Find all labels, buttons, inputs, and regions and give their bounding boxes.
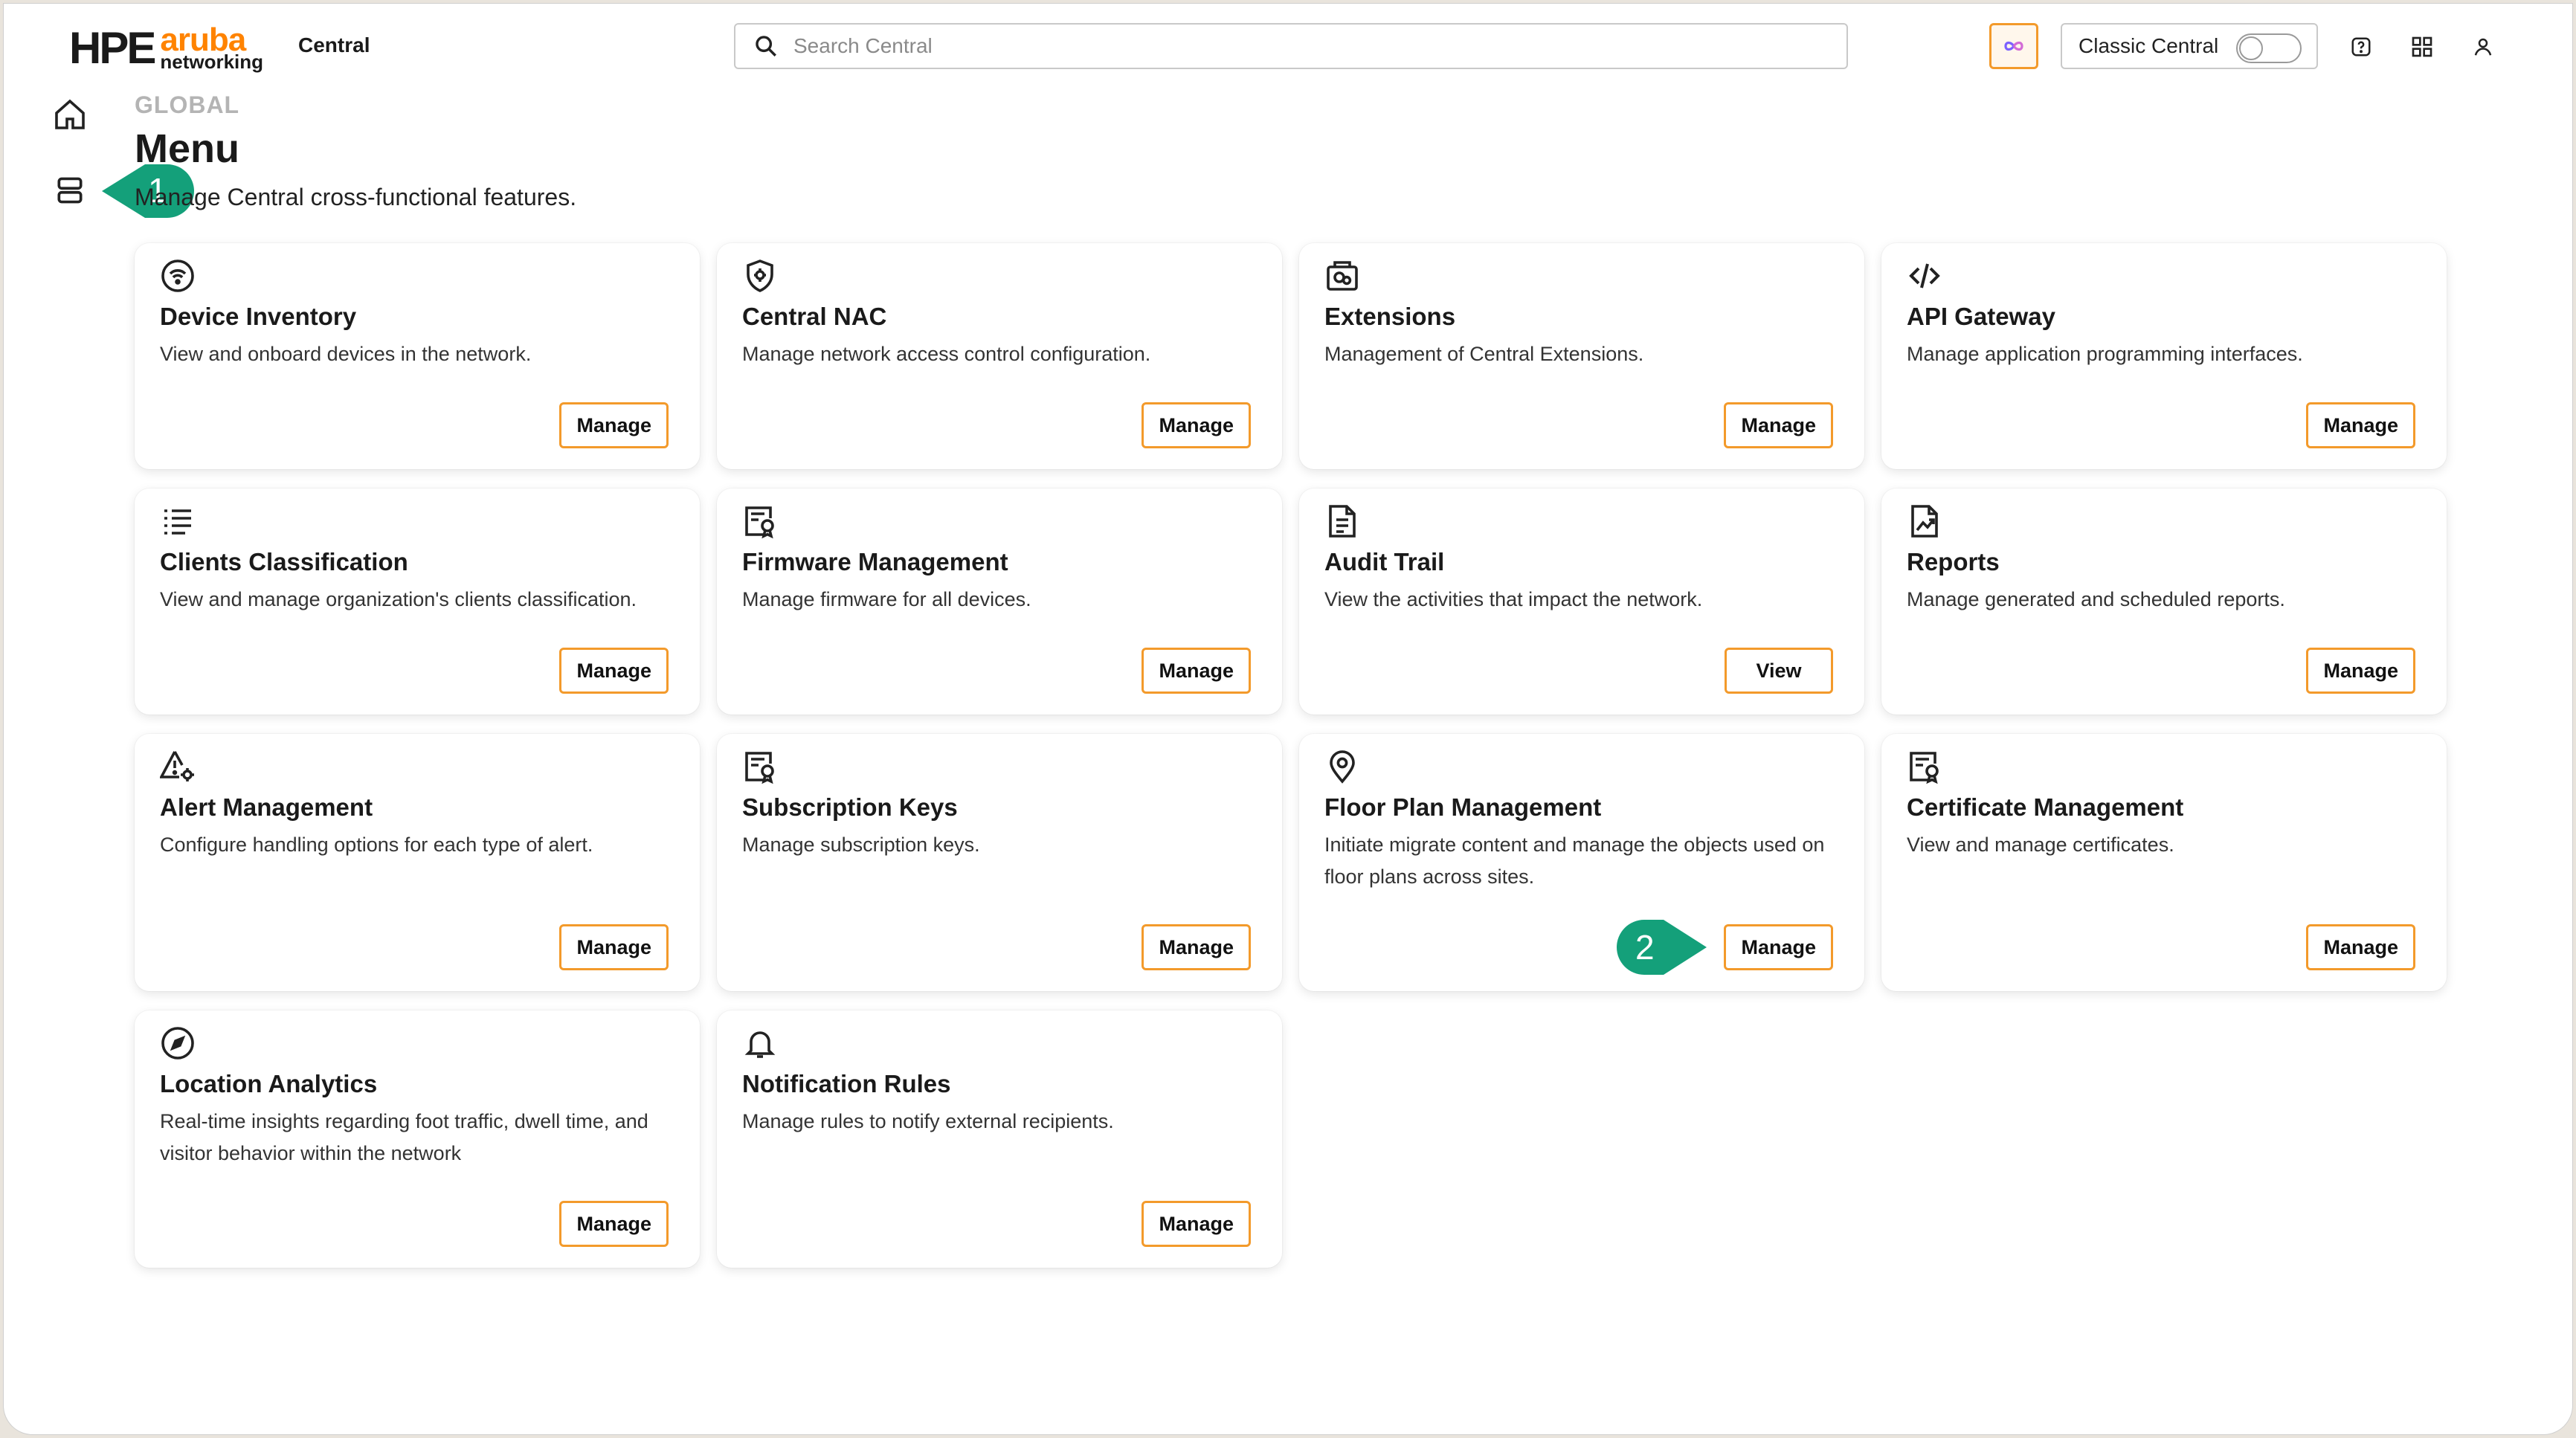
central-nac-manage-button[interactable]: Manage	[1142, 402, 1251, 448]
card-description: View and manage certificates.	[1907, 834, 2174, 856]
certificate-icon	[1910, 752, 1939, 784]
card-notification-rules: Notification Rules Manage rules to notif…	[717, 1010, 1282, 1268]
card-title: Floor Plan Management	[1324, 793, 1602, 821]
alert-management-manage-button[interactable]: Manage	[559, 924, 669, 970]
card-audit-trail: Audit Trail View the activities that imp…	[1299, 489, 1864, 715]
report-chart-icon	[1911, 505, 1938, 538]
alert-gear-icon	[160, 751, 194, 781]
card-title: Clients Classification	[160, 548, 408, 575]
card-description: Management of Central Extensions.	[1324, 343, 1644, 365]
certificate-icon	[745, 506, 774, 539]
classic-central-toggle[interactable]	[2236, 33, 2302, 63]
menu-icon[interactable]	[50, 170, 90, 210]
subscription-keys-manage-button[interactable]: Manage	[1142, 924, 1251, 970]
audit-trail-view-button[interactable]: View	[1725, 648, 1833, 694]
bell-icon	[744, 1031, 776, 1058]
card-device-inventory: Device Inventory View and onboard device…	[135, 243, 700, 469]
card-description: View and manage organization's clients c…	[160, 588, 637, 610]
card-central-nac: Central NAC Manage network access contro…	[717, 243, 1282, 469]
card-reports: Reports Manage generated and scheduled r…	[1881, 489, 2447, 715]
app-name: Central	[298, 33, 370, 57]
infinity-icon	[2004, 41, 2023, 51]
floor-plan-management-manage-button[interactable]: Manage	[1724, 924, 1833, 970]
card-firmware-management: Firmware Management Manage firmware for …	[717, 489, 1282, 715]
card-title: Device Inventory	[160, 303, 357, 330]
firmware-management-manage-button[interactable]: Manage	[1142, 648, 1251, 694]
card-description: Initiate migrate content and manage the …	[1324, 834, 1825, 888]
card-alert-management: Alert Management Configure handling opti…	[135, 734, 700, 991]
card-title: Notification Rules	[742, 1070, 951, 1097]
card-title: Extensions	[1324, 303, 1456, 330]
card-title: Subscription Keys	[742, 793, 958, 821]
certificate-management-manage-button[interactable]: Manage	[2306, 924, 2415, 970]
search-input[interactable]	[792, 33, 1762, 59]
card-title: Alert Management	[160, 793, 373, 821]
card-title: Central NAC	[742, 303, 887, 330]
card-floor-plan-management: Floor Plan Management Initiate migrate c…	[1299, 734, 1864, 991]
reports-manage-button[interactable]: Manage	[2306, 648, 2415, 694]
page-eyebrow: GLOBAL	[135, 91, 240, 118]
card-description: View the activities that impact the netw…	[1324, 588, 1703, 610]
callout-shape	[1617, 920, 1707, 975]
certificate-icon	[745, 752, 774, 784]
step-callout-2: 2	[1614, 917, 1710, 978]
card-title: API Gateway	[1907, 303, 2055, 330]
card-api-gateway: API Gateway Manage application programmi…	[1881, 243, 2447, 469]
device-inventory-manage-button[interactable]: Manage	[559, 402, 669, 448]
card-description: Manage application programming interface…	[1907, 343, 2303, 365]
search-icon	[756, 36, 776, 57]
wifi-circle-icon	[161, 259, 194, 292]
classic-central-label: Classic Central	[2078, 34, 2219, 57]
logo-aruba-wordmark: aruba networking	[160, 24, 264, 73]
card-description: Manage rules to notify external recipien…	[742, 1110, 1114, 1132]
card-subscription-keys: Subscription Keys Manage subscription ke…	[717, 734, 1282, 991]
card-description: Manage generated and scheduled reports.	[1907, 588, 2285, 610]
shield-gear-icon	[747, 259, 773, 292]
extensions-manage-button[interactable]: Manage	[1724, 402, 1833, 448]
notification-rules-manage-button[interactable]: Manage	[1142, 1201, 1251, 1247]
card-description: Real-time insights regarding foot traffi…	[160, 1110, 648, 1164]
card-title: Certificate Management	[1907, 793, 2184, 821]
code-icon	[1909, 263, 1940, 288]
page-title: Menu	[135, 126, 239, 171]
app-window: HPE aruba networking Central Classic Cen…	[3, 3, 2573, 1435]
apps-grid-icon[interactable]	[2407, 32, 2437, 62]
step-number: 2	[1635, 928, 1655, 967]
classic-central-switch[interactable]: Classic Central	[2061, 23, 2318, 69]
extensions-icon	[1327, 261, 1358, 291]
card-description: Manage network access control configurat…	[742, 343, 1151, 365]
location-pin-icon	[1330, 750, 1355, 784]
card-title: Location Analytics	[160, 1070, 378, 1097]
hpe-aruba-logo[interactable]: HPE aruba networking	[69, 23, 264, 73]
card-description: Manage firmware for all devices.	[742, 588, 1031, 610]
clients-classification-manage-button[interactable]: Manage	[559, 648, 669, 694]
home-icon[interactable]	[50, 94, 90, 135]
logo-networking-text: networking	[160, 51, 264, 73]
card-description: Configure handling options for each type…	[160, 834, 593, 856]
compass-icon	[161, 1027, 194, 1060]
list-icon	[164, 509, 191, 535]
location-analytics-manage-button[interactable]: Manage	[559, 1201, 669, 1247]
card-description: View and onboard devices in the network.	[160, 343, 532, 365]
document-icon	[1329, 505, 1356, 538]
search-bar[interactable]	[734, 23, 1848, 69]
api-gateway-manage-button[interactable]: Manage	[2306, 402, 2415, 448]
logo-hpe-text: HPE	[69, 23, 156, 73]
card-extensions: Extensions Management of Central Extensi…	[1299, 243, 1864, 469]
card-clients-classification: Clients Classification View and manage o…	[135, 489, 700, 715]
card-location-analytics: Location Analytics Real-time insights re…	[135, 1010, 700, 1268]
card-title: Audit Trail	[1324, 548, 1445, 575]
user-icon[interactable]	[2468, 32, 2498, 62]
card-title: Reports	[1907, 548, 2000, 575]
page-subtitle: Manage Central cross-functional features…	[135, 184, 577, 210]
card-certificate-management: Certificate Management View and manage c…	[1881, 734, 2447, 991]
help-icon[interactable]	[2346, 32, 2376, 62]
card-description: Manage subscription keys.	[742, 834, 980, 856]
ai-assistant-button[interactable]	[1989, 23, 2038, 69]
card-title: Firmware Management	[742, 548, 1008, 575]
